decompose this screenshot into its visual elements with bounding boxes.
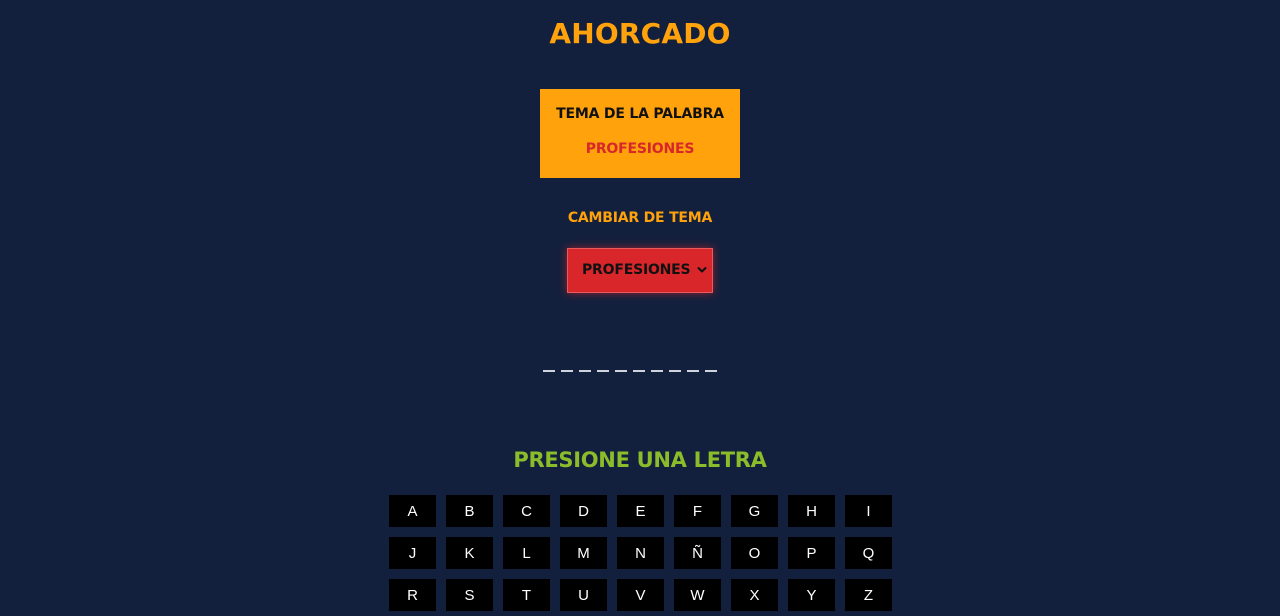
- letter-key[interactable]: T: [503, 579, 550, 611]
- letter-slot: [543, 370, 555, 372]
- letter-key[interactable]: B: [446, 495, 493, 527]
- letter-key[interactable]: Q: [845, 537, 892, 569]
- letter-key[interactable]: M: [560, 537, 607, 569]
- theme-label: TEMA DE LA PALABRA: [556, 106, 724, 122]
- letter-key[interactable]: U: [560, 579, 607, 611]
- theme-select-value: PROFESIONES: [582, 262, 691, 278]
- letter-key[interactable]: P: [788, 537, 835, 569]
- letter-key[interactable]: V: [617, 579, 664, 611]
- letter-slot: [705, 370, 717, 372]
- letter-keyboard: ABCDEFGHI JKLMNÑOPQ RSTUVWXYZ: [389, 495, 893, 611]
- theme-select[interactable]: PROFESIONES: [567, 248, 713, 293]
- hangman-page: AHORCADO TEMA DE LA PALABRA PROFESIONES …: [0, 0, 1280, 616]
- letter-slot: [615, 370, 627, 372]
- letter-slot: [651, 370, 663, 372]
- hidden-word: [543, 370, 717, 372]
- letter-key[interactable]: Y: [788, 579, 835, 611]
- letter-key[interactable]: Ñ: [674, 537, 721, 569]
- letter-slot: [687, 370, 699, 372]
- letter-key[interactable]: D: [560, 495, 607, 527]
- letter-key[interactable]: Z: [845, 579, 892, 611]
- letter-key[interactable]: A: [389, 495, 436, 527]
- letter-key[interactable]: I: [845, 495, 892, 527]
- letter-slot: [579, 370, 591, 372]
- chevron-down-icon: [697, 267, 707, 273]
- letter-key[interactable]: H: [788, 495, 835, 527]
- page-title: AHORCADO: [549, 17, 731, 50]
- letter-key[interactable]: W: [674, 579, 721, 611]
- letter-slot: [669, 370, 681, 372]
- letter-key[interactable]: K: [446, 537, 493, 569]
- letter-key[interactable]: X: [731, 579, 778, 611]
- theme-value: PROFESIONES: [585, 141, 695, 157]
- theme-box: TEMA DE LA PALABRA PROFESIONES: [540, 89, 740, 178]
- letter-slot: [561, 370, 573, 372]
- letter-slot: [597, 370, 609, 372]
- letter-slot: [633, 370, 645, 372]
- letter-key[interactable]: N: [617, 537, 664, 569]
- change-theme-label: CAMBIAR DE TEMA: [567, 210, 713, 226]
- letter-key[interactable]: C: [503, 495, 550, 527]
- letter-key[interactable]: G: [731, 495, 778, 527]
- letter-key[interactable]: R: [389, 579, 436, 611]
- letter-key[interactable]: E: [617, 495, 664, 527]
- letter-key[interactable]: J: [389, 537, 436, 569]
- letter-key[interactable]: F: [674, 495, 721, 527]
- press-letter-prompt: PRESIONE UNA LETRA: [513, 448, 767, 472]
- letter-key[interactable]: S: [446, 579, 493, 611]
- letter-key[interactable]: O: [731, 537, 778, 569]
- letter-key[interactable]: L: [503, 537, 550, 569]
